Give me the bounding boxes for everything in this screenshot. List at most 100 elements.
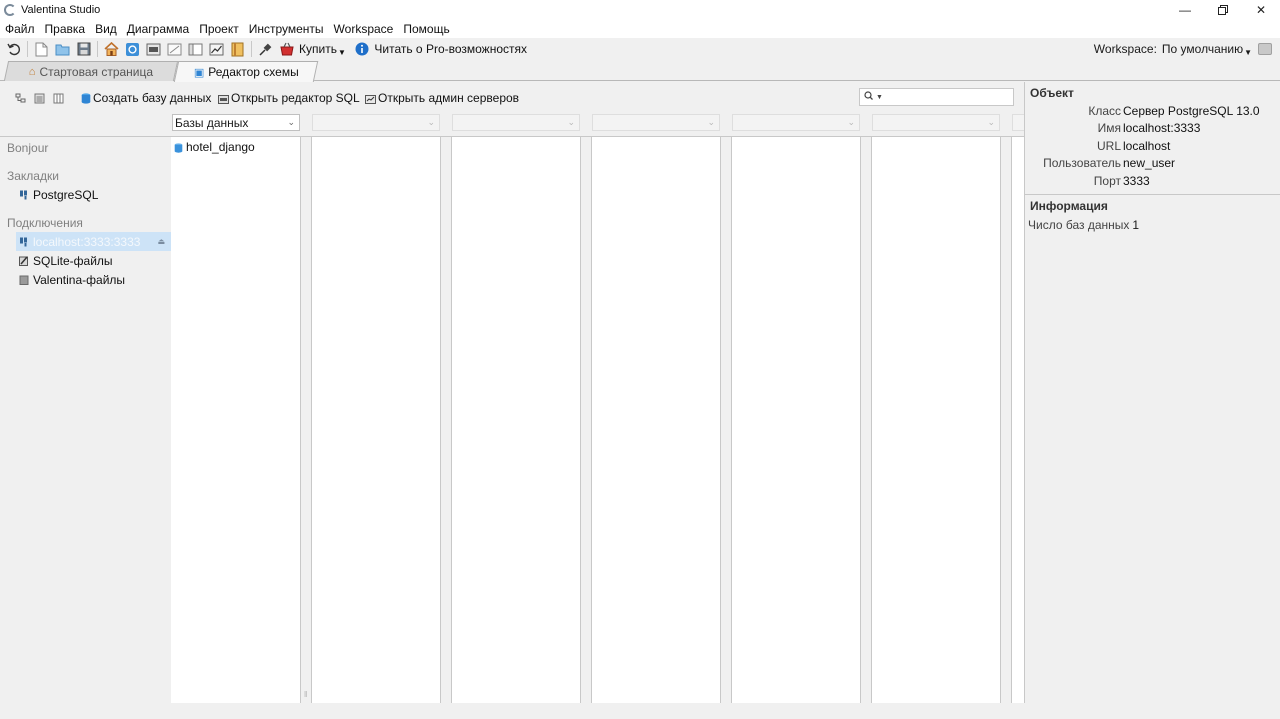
chart-icon[interactable] xyxy=(209,41,225,57)
tree-view-icon[interactable] xyxy=(12,91,28,105)
column-view-icon[interactable] xyxy=(50,91,66,105)
database-name: hotel_django xyxy=(186,140,255,154)
chevron-down-icon: ⌄ xyxy=(287,117,295,127)
open-folder-icon[interactable] xyxy=(55,41,71,57)
databases-column[interactable]: hotel_django ‖ xyxy=(171,137,307,703)
workspace-selector[interactable]: Workspace: По умолчанию ▼ xyxy=(1094,38,1272,60)
empty-combo xyxy=(1012,114,1024,131)
bookmark-postgresql[interactable]: PostgreSQL xyxy=(0,185,171,204)
open-server-admin-button[interactable]: Открыть админ серверов xyxy=(365,91,519,105)
prop-value: localhost xyxy=(1123,138,1171,153)
view-mode-switcher xyxy=(12,91,69,105)
db-count-row: Число баз данных 1 xyxy=(1025,216,1280,234)
title-bar: Valentina Studio — ✕ xyxy=(0,0,1280,20)
chevron-down-icon: ⌄ xyxy=(847,117,855,127)
prop-key: Класс xyxy=(1088,103,1121,118)
schema-column[interactable] xyxy=(871,137,1001,703)
menu-file[interactable]: Файл xyxy=(5,22,35,36)
pro-features-link[interactable]: Читать о Pro-возможностях xyxy=(374,42,527,56)
close-icon[interactable]: ✕ xyxy=(1242,0,1280,20)
object-section-title: Объект xyxy=(1030,85,1074,100)
prop-key: Пользователь xyxy=(1043,156,1121,171)
schema-column[interactable] xyxy=(1011,137,1024,703)
save-icon[interactable] xyxy=(76,41,92,57)
menu-help[interactable]: Помощь xyxy=(403,22,449,36)
schema-icon: ▣ xyxy=(193,66,204,79)
document-tabs: ⌂ Стартовая страница ▣ Редактор схемы xyxy=(0,60,1280,82)
toolbar-divider xyxy=(97,41,98,57)
sqlite-icon xyxy=(19,256,29,266)
book-icon[interactable] xyxy=(230,41,246,57)
restore-icon[interactable] xyxy=(1204,0,1242,20)
connection-localhost[interactable]: localhost:3333:3333 ⏏ xyxy=(16,232,171,251)
empty-combo: ⌄ xyxy=(452,114,580,131)
connections-tree: Bonjour Закладки PostgreSQL Подключения … xyxy=(0,138,171,289)
workspace-panel-icon[interactable] xyxy=(1258,43,1272,55)
menu-project[interactable]: Проект xyxy=(199,22,239,36)
postgresql-icon xyxy=(19,237,29,247)
sql-editor-icon xyxy=(218,93,229,104)
sql-editor-icon[interactable] xyxy=(146,41,162,57)
bookmarks-section[interactable]: Закладки xyxy=(0,166,171,185)
schema-column[interactable] xyxy=(451,137,581,703)
minimize-icon[interactable]: — xyxy=(1166,0,1204,20)
databases-combo[interactable]: Базы данных ⌄ xyxy=(172,114,300,131)
buy-basket-icon[interactable] xyxy=(279,41,295,57)
create-database-label: Создать базу данных xyxy=(93,91,212,105)
connection-label: localhost:3333:3333 xyxy=(33,234,141,249)
list-item[interactable]: hotel_django xyxy=(171,138,300,156)
menu-edit[interactable]: Правка xyxy=(45,22,86,36)
resize-grip-icon[interactable]: ‖ xyxy=(304,690,307,699)
eject-icon[interactable]: ⏏ xyxy=(157,237,165,246)
prop-value: localhost:3333 xyxy=(1123,121,1201,136)
prop-row-url: URL localhost xyxy=(1025,137,1280,155)
menu-tools[interactable]: Инструменты xyxy=(249,22,324,36)
new-file-icon[interactable] xyxy=(34,41,50,57)
info-section-title: Информация xyxy=(1030,199,1108,213)
databases-combo-value: Базы данных xyxy=(175,115,249,130)
toolbar-divider xyxy=(27,41,28,57)
info-icon[interactable] xyxy=(354,41,370,57)
schema-column[interactable] xyxy=(591,137,721,703)
undo-icon[interactable] xyxy=(6,41,22,57)
search-icon xyxy=(864,90,875,104)
menu-diagram[interactable]: Диаграмма xyxy=(127,22,189,36)
toolbar-divider xyxy=(251,41,252,57)
search-input[interactable]: ▼ xyxy=(859,88,1014,106)
create-database-button[interactable]: Создать базу данных xyxy=(81,91,211,105)
connections-section[interactable]: Подключения xyxy=(0,213,171,232)
schema-column[interactable] xyxy=(731,137,861,703)
form-icon[interactable] xyxy=(188,41,204,57)
home-icon: ⌂ xyxy=(28,65,36,78)
home-icon[interactable] xyxy=(104,41,120,57)
menu-workspace[interactable]: Workspace xyxy=(334,22,394,36)
schema-column[interactable] xyxy=(311,137,441,703)
window-controls: — ✕ xyxy=(1166,0,1280,20)
tab-schema-editor[interactable]: ▣ Редактор схемы xyxy=(173,61,319,82)
report-icon[interactable] xyxy=(167,41,183,57)
schema-columns: hotel_django ‖ xyxy=(171,137,1024,703)
open-server-admin-label: Открыть админ серверов xyxy=(378,91,520,105)
window-title: Valentina Studio xyxy=(21,4,101,16)
chevron-down-icon: ▼ xyxy=(1244,47,1252,57)
workspace-value: По умолчанию xyxy=(1161,42,1244,56)
tab-start-page[interactable]: ⌂ Стартовая страница xyxy=(3,61,179,81)
buy-button[interactable]: Купить ▼ xyxy=(299,42,346,57)
database-icon xyxy=(174,142,183,153)
chevron-down-icon: ▼ xyxy=(337,47,346,57)
connect-plug-icon[interactable] xyxy=(258,41,274,57)
prop-key: URL xyxy=(1096,138,1121,153)
chevron-down-icon: ⌄ xyxy=(427,117,435,127)
open-sql-editor-button[interactable]: Открыть редактор SQL xyxy=(218,91,360,105)
connection-sqlite-files[interactable]: SQLite-файлы xyxy=(0,251,171,270)
connection-valentina-files[interactable]: Valentina-файлы xyxy=(0,270,171,289)
schema-editor-icon[interactable] xyxy=(125,41,141,57)
menu-view[interactable]: Вид xyxy=(95,22,117,36)
bonjour-section[interactable]: Bonjour xyxy=(0,138,171,157)
status-bar xyxy=(0,703,1280,719)
chevron-down-icon: ⌄ xyxy=(567,117,575,127)
list-view-icon[interactable] xyxy=(31,91,47,105)
prop-key: Имя xyxy=(1097,121,1121,136)
chevron-down-icon: ⌄ xyxy=(987,117,995,127)
buy-label: Купить xyxy=(299,42,337,56)
